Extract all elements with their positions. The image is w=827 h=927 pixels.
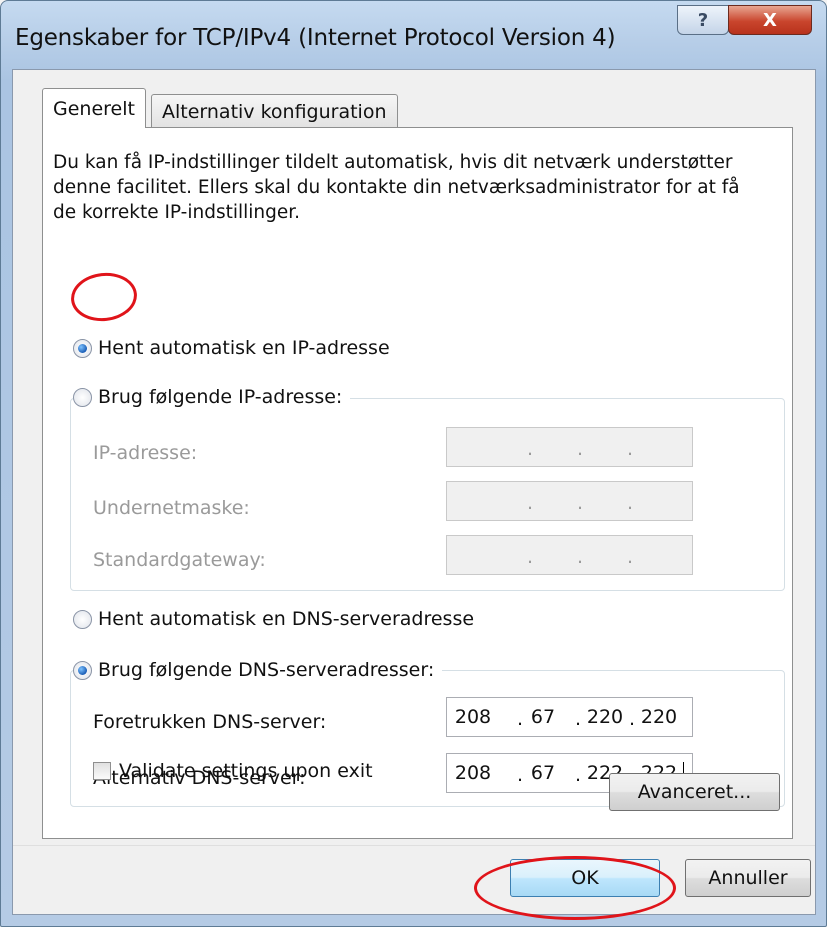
button-separator	[13, 845, 815, 846]
validate-settings-label: Validate settings upon exit	[119, 760, 373, 782]
subnet-mask-input[interactable]: . . .	[446, 481, 693, 521]
preferred-dns-input[interactable]: 208 . 67 . 220 . 220	[446, 697, 693, 737]
window-title: Egenskaber for TCP/IPv4 (Internet Protoc…	[15, 25, 616, 51]
tab-panel-generelt: Du kan få IP-indstillinger tildelt autom…	[42, 127, 793, 839]
advanced-button[interactable]: Avanceret...	[609, 773, 780, 811]
preferred-dns-label: Foretrukken DNS-server:	[93, 711, 327, 733]
ok-button[interactable]: OK	[510, 859, 660, 897]
tab-alternativ-konfiguration[interactable]: Alternativ konfiguration	[151, 94, 398, 128]
alternate-dns-octet-2: 67	[530, 762, 556, 784]
manual-ip-group: IP-adresse: . . . Undernetmaske: . . . S…	[70, 398, 785, 591]
radio-auto-ip[interactable]: Hent automatisk en IP-adresse	[73, 337, 398, 359]
close-icon: X	[763, 9, 777, 31]
radio-auto-ip-indicator[interactable]	[73, 338, 92, 358]
subnet-mask-label: Undernetmaske:	[93, 497, 250, 519]
validate-settings-checkbox[interactable]: Validate settings upon exit	[93, 760, 373, 782]
title-bar[interactable]: Egenskaber for TCP/IPv4 (Internet Protoc…	[1, 1, 826, 67]
radio-manual-ip-label: Brug følgende IP-adresse:	[98, 386, 343, 408]
alternate-dns-octet-1: 208	[454, 762, 492, 784]
radio-auto-dns[interactable]: Hent automatisk en DNS-serveradresse	[73, 608, 483, 630]
ip-address-label: IP-adresse:	[93, 442, 198, 464]
radio-manual-dns-indicator[interactable]	[73, 660, 92, 680]
radio-auto-dns-label: Hent automatisk en DNS-serveradresse	[98, 608, 475, 630]
radio-auto-ip-label: Hent automatisk en IP-adresse	[98, 337, 390, 359]
default-gateway-label: Standardgateway:	[93, 549, 266, 571]
preferred-dns-octet-2: 67	[530, 706, 556, 728]
radio-manual-dns-label: Brug følgende DNS-serveradresser:	[98, 659, 435, 681]
default-gateway-input[interactable]: . . .	[446, 535, 693, 575]
preferred-dns-octet-1: 208	[454, 706, 492, 728]
ip-address-input[interactable]: . . .	[446, 427, 693, 467]
radio-manual-ip[interactable]: Brug følgende IP-adresse:	[73, 386, 351, 408]
validate-checkbox-box[interactable]	[93, 762, 111, 780]
help-button[interactable]: ?	[677, 5, 729, 35]
radio-manual-dns[interactable]: Brug følgende DNS-serveradresser:	[73, 659, 443, 681]
preferred-dns-octet-3: 220	[586, 706, 624, 728]
help-icon: ?	[697, 9, 709, 31]
radio-manual-ip-indicator[interactable]	[73, 387, 92, 407]
intro-text: Du kan få IP-indstillinger tildelt autom…	[53, 152, 740, 223]
dialog-client-area: Generelt Alternativ konfiguration Du kan…	[12, 69, 816, 915]
radio-auto-dns-indicator[interactable]	[73, 609, 92, 629]
cancel-button[interactable]: Annuller	[685, 859, 811, 897]
tab-generelt[interactable]: Generelt	[42, 88, 146, 128]
preferred-dns-octet-4: 220	[640, 706, 678, 728]
close-button[interactable]: X	[728, 5, 812, 35]
tcpip-properties-window: Egenskaber for TCP/IPv4 (Internet Protoc…	[0, 0, 827, 927]
